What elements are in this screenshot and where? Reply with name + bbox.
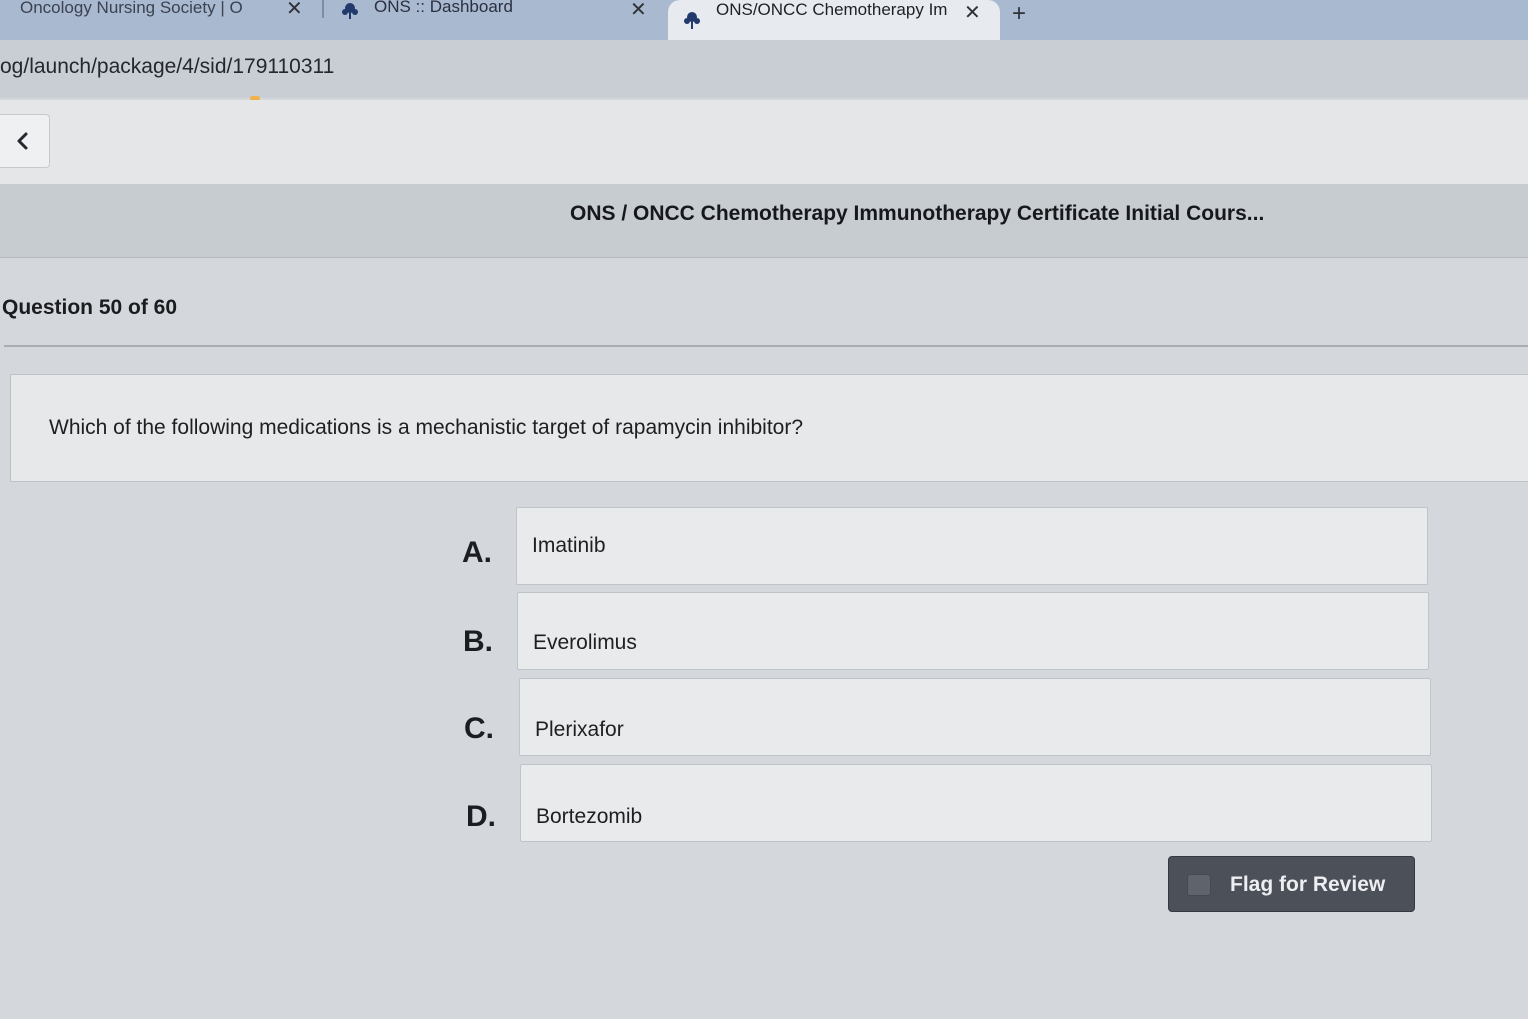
tab-ons-dashboard[interactable]: ONS :: Dashboard ✕ bbox=[330, 0, 670, 40]
option-letter-a: A. bbox=[462, 536, 492, 569]
chevron-left-icon bbox=[17, 132, 28, 150]
answer-option-a[interactable]: Imatinib bbox=[516, 507, 1428, 585]
answer-option-d[interactable]: Bortezomib bbox=[520, 764, 1432, 842]
new-tab-button[interactable]: + bbox=[1012, 0, 1026, 28]
tab-separator bbox=[322, 0, 324, 18]
option-letter-d: D. bbox=[466, 800, 496, 833]
ons-favicon-icon bbox=[342, 3, 358, 19]
tab-close-icon[interactable]: ✕ bbox=[964, 0, 981, 25]
option-letter-b: B. bbox=[463, 625, 493, 658]
ons-favicon-icon bbox=[684, 12, 700, 29]
tab-close-icon[interactable]: ✕ bbox=[630, 0, 647, 22]
tab-oncology-nursing-society[interactable]: Oncology Nursing Society | O ✕ bbox=[0, 0, 320, 28]
tab-label: ONS :: Dashboard bbox=[374, 0, 513, 16]
divider bbox=[4, 345, 1528, 347]
tab-ons-oncc-chemotherapy[interactable]: ONS/ONCC Chemotherapy Im ✕ bbox=[668, 0, 1000, 40]
course-header: ONS / ONCC Chemotherapy Immunotherapy Ce… bbox=[0, 184, 1528, 258]
flag-for-review-button[interactable]: Flag for Review bbox=[1168, 856, 1415, 912]
question-counter: Question 50 of 60 bbox=[2, 296, 178, 319]
answer-text: Plerixafor bbox=[535, 718, 624, 741]
answer-text: Everolimus bbox=[533, 631, 637, 654]
answer-text: Bortezomib bbox=[536, 805, 643, 828]
flag-label: Flag for Review bbox=[1230, 873, 1386, 896]
answer-option-c[interactable]: Plerixafor bbox=[519, 678, 1431, 756]
tab-label: ONS/ONCC Chemotherapy Im bbox=[716, 0, 948, 19]
app-toolbar bbox=[0, 100, 1528, 184]
url-text[interactable]: og/launch/package/4/sid/179110311 bbox=[0, 55, 334, 79]
tab-label: Oncology Nursing Society | O bbox=[20, 0, 243, 17]
question-box: Which of the following medications is a … bbox=[10, 374, 1528, 482]
back-button[interactable] bbox=[0, 114, 50, 168]
tab-close-icon[interactable]: ✕ bbox=[286, 0, 303, 21]
browser-tab-strip: Oncology Nursing Society | O ✕ ONS :: Da… bbox=[0, 0, 1528, 40]
course-title: ONS / ONCC Chemotherapy Immunotherapy Ce… bbox=[570, 202, 1265, 225]
address-bar[interactable]: og/launch/package/4/sid/179110311 bbox=[0, 40, 1528, 98]
flag-checkbox[interactable] bbox=[1187, 874, 1211, 896]
question-text: Which of the following medications is a … bbox=[49, 416, 804, 439]
answer-option-b[interactable]: Everolimus bbox=[517, 592, 1429, 670]
answer-text: Imatinib bbox=[532, 534, 606, 557]
option-letter-c: C. bbox=[464, 712, 494, 745]
